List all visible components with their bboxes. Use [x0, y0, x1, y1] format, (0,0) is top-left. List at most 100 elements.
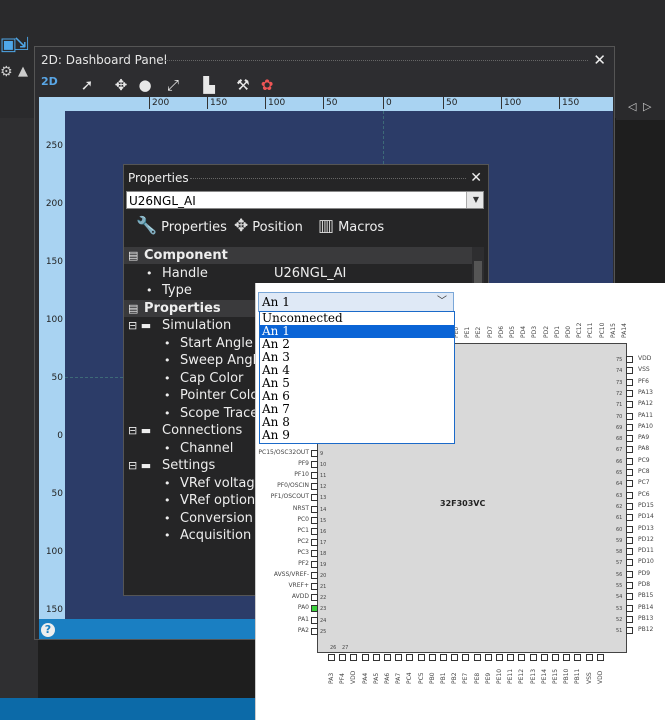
property-category[interactable]: ▤ Component — [124, 247, 474, 264]
collapse-icon[interactable]: ⊟ ▬ — [128, 457, 151, 474]
pin-box[interactable] — [626, 525, 633, 533]
pin-box[interactable] — [626, 401, 633, 409]
pin-box[interactable] — [328, 654, 335, 661]
pin-box[interactable] — [428, 654, 436, 661]
pin-box[interactable] — [626, 593, 633, 601]
pin-number: 67 — [616, 447, 623, 454]
tab-position[interactable]: ✥ Position — [234, 215, 303, 239]
pin-box[interactable] — [563, 654, 571, 661]
pin-box[interactable] — [626, 412, 633, 420]
pin-box[interactable] — [384, 654, 391, 661]
pin-box[interactable] — [626, 570, 633, 578]
pin-box[interactable] — [626, 604, 633, 612]
palette-icon[interactable]: ✿ — [257, 75, 277, 95]
pin-box[interactable] — [626, 389, 633, 397]
pin-box[interactable] — [626, 435, 633, 443]
pointer-icon[interactable]: ➚ — [77, 75, 97, 95]
pin-box[interactable] — [473, 654, 481, 661]
pin-number: 18 — [320, 550, 327, 557]
pin-box[interactable] — [451, 654, 459, 661]
pin-box[interactable] — [311, 572, 318, 580]
pin-box[interactable] — [626, 469, 633, 476]
pin-box[interactable] — [311, 605, 318, 613]
pin-box[interactable] — [406, 654, 414, 661]
pin-box[interactable] — [311, 627, 318, 635]
pin-box[interactable] — [626, 615, 633, 623]
wrench-icon[interactable]: ⚒ — [233, 75, 253, 95]
pin-box[interactable] — [417, 654, 425, 661]
pin-box[interactable] — [626, 423, 633, 431]
pin-box[interactable] — [311, 483, 318, 491]
pin-box[interactable] — [484, 654, 492, 661]
pin-box[interactable] — [596, 654, 604, 661]
pin-box[interactable] — [311, 616, 318, 624]
prev-arrow-icon[interactable]: ◁ — [628, 100, 636, 113]
pin-box[interactable] — [462, 654, 470, 661]
pin-box[interactable] — [311, 527, 318, 535]
layer-icon[interactable]: ▙ — [199, 75, 219, 95]
pin-box[interactable] — [626, 582, 633, 589]
pin-box[interactable] — [311, 583, 318, 591]
pin-box[interactable] — [372, 654, 380, 661]
pin-box[interactable] — [540, 654, 548, 661]
pin-box[interactable] — [626, 491, 633, 499]
pin-box[interactable] — [496, 654, 503, 661]
chevron-down-icon[interactable]: ▼ — [466, 192, 483, 208]
collapse-icon[interactable]: ⊟ ▬ — [128, 422, 151, 439]
pin-box[interactable] — [395, 654, 403, 661]
up-arrow-icon[interactable]: ▲ — [18, 64, 28, 79]
next-arrow-icon[interactable]: ▷ — [643, 100, 651, 113]
dashboard-titlebar[interactable]: 2D: Dashboard Panel ✕ — [35, 47, 614, 73]
route-icon[interactable]: ⇲ — [14, 34, 29, 55]
component-select[interactable]: U26NGL_AI ▼ — [126, 191, 484, 209]
pin-box[interactable] — [626, 446, 633, 454]
collapse-icon[interactable]: ⊟ ▬ — [128, 317, 151, 334]
tab-properties[interactable]: 🔧 Properties — [136, 215, 227, 239]
pin-box[interactable] — [507, 654, 515, 661]
pin-box[interactable] — [626, 356, 633, 363]
gear-icon[interactable]: ⚙ — [0, 64, 13, 80]
pin-box[interactable] — [311, 450, 318, 457]
pin-box[interactable] — [311, 472, 318, 480]
close-icon[interactable]: ✕ — [593, 47, 606, 73]
tab-macros[interactable]: ▥ Macros — [318, 215, 384, 239]
dropdown-option[interactable]: An 9 — [260, 429, 454, 442]
pin-box[interactable] — [626, 536, 633, 544]
pin-box[interactable] — [339, 654, 347, 661]
pin-box[interactable] — [350, 654, 358, 661]
properties-titlebar[interactable]: Properties ✕ — [124, 165, 488, 191]
pin-box[interactable] — [311, 561, 318, 568]
help-icon[interactable]: ? — [41, 623, 55, 637]
pin-box[interactable] — [311, 549, 318, 557]
pin-box[interactable] — [626, 548, 633, 556]
pin-box[interactable] — [311, 505, 318, 513]
pin-box[interactable] — [626, 480, 633, 488]
channel-dropdown[interactable]: An 1 ﹀ — [258, 292, 454, 312]
pin-box[interactable] — [626, 378, 633, 386]
close-icon[interactable]: ✕ — [470, 165, 482, 191]
pin-box[interactable] — [361, 654, 369, 661]
pin-box[interactable] — [574, 654, 582, 661]
pin-box[interactable] — [311, 516, 318, 524]
pin-box[interactable] — [311, 494, 318, 502]
pin-box[interactable] — [626, 457, 633, 465]
pin-box[interactable] — [626, 514, 633, 522]
pin-box[interactable] — [311, 538, 318, 546]
pin-box[interactable] — [311, 594, 318, 602]
pin-box[interactable] — [626, 627, 633, 635]
resize-icon[interactable]: ⤢ — [163, 75, 183, 95]
property-value[interactable]: U26NGL_AI — [274, 265, 346, 282]
pin-box[interactable] — [440, 654, 447, 661]
move-icon[interactable]: ✥ — [111, 75, 131, 95]
pin-box[interactable] — [626, 559, 633, 567]
sphere-icon[interactable]: ● — [135, 75, 155, 95]
pin-box[interactable] — [311, 461, 318, 469]
pin-box[interactable] — [626, 502, 633, 510]
pin-box[interactable] — [585, 654, 593, 661]
property-row[interactable]: • Handle U26NGL_AI — [124, 265, 474, 282]
pin-box[interactable] — [518, 654, 526, 661]
pin-box[interactable] — [552, 654, 559, 661]
pin-box[interactable] — [626, 367, 633, 375]
chevron-down-icon[interactable]: ﹀ — [434, 293, 447, 311]
pin-box[interactable] — [529, 654, 537, 661]
